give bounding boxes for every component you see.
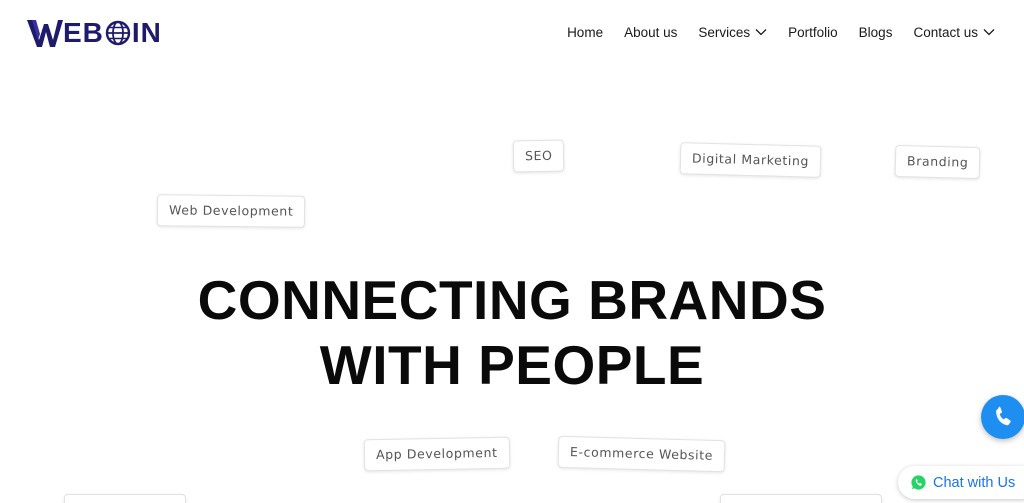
globe-icon bbox=[105, 20, 131, 46]
logo[interactable]: EB IN bbox=[27, 16, 162, 50]
nav-portfolio[interactable]: Portfolio bbox=[788, 22, 838, 42]
tag-app-development[interactable]: App Development bbox=[363, 436, 510, 472]
main-nav: Home About us Services Portfolio Blogs C… bbox=[567, 22, 995, 42]
tag-web-development[interactable]: Web Development bbox=[156, 194, 306, 228]
nav-contact-us-label: Contact us bbox=[913, 24, 978, 40]
hero-line-2: WITH PEOPLE bbox=[319, 334, 705, 396]
nav-blogs-label: Blogs bbox=[858, 24, 893, 40]
hero-line-1: CONNECTING BRANDS bbox=[197, 269, 827, 331]
nav-services[interactable]: Services bbox=[698, 22, 767, 42]
whatsapp-icon bbox=[911, 475, 926, 490]
nav-services-label: Services bbox=[698, 24, 751, 40]
page: EB IN Home About us Services Portfolio B… bbox=[0, 0, 1024, 503]
chevron-down-icon bbox=[755, 29, 767, 36]
nav-about-us[interactable]: About us bbox=[624, 22, 677, 42]
tag-ecommerce-website[interactable]: E-commerce Website bbox=[557, 435, 726, 473]
tag-branding[interactable]: Branding bbox=[894, 144, 981, 180]
chat-with-us-label: Chat with Us bbox=[933, 474, 1016, 491]
chevron-down-icon bbox=[983, 29, 995, 36]
nav-contact-us[interactable]: Contact us bbox=[913, 22, 995, 42]
phone-icon bbox=[996, 406, 1011, 426]
logo-wordmark: EB IN bbox=[63, 16, 162, 50]
nav-home-label: Home bbox=[567, 24, 604, 40]
tag-seo[interactable]: SEO bbox=[512, 139, 565, 173]
call-button[interactable] bbox=[981, 395, 1024, 439]
nav-portfolio-label: Portfolio bbox=[788, 24, 838, 40]
nav-home[interactable]: Home bbox=[567, 22, 603, 42]
nav-blogs[interactable]: Blogs bbox=[859, 22, 893, 42]
tag-partial-left[interactable] bbox=[64, 494, 186, 503]
tag-digital-marketing[interactable]: Digital Marketing bbox=[679, 142, 822, 178]
tag-partial-right[interactable] bbox=[720, 494, 882, 503]
hero-heading: CONNECTING BRANDS WITH PEOPLE bbox=[0, 268, 1024, 398]
nav-about-us-label: About us bbox=[624, 24, 678, 40]
chat-with-us-button[interactable]: Chat with Us bbox=[898, 466, 1024, 499]
logo-text-in: IN bbox=[131, 17, 162, 48]
logo-w-mark bbox=[27, 20, 63, 47]
logo-text-eb: EB bbox=[63, 17, 104, 48]
